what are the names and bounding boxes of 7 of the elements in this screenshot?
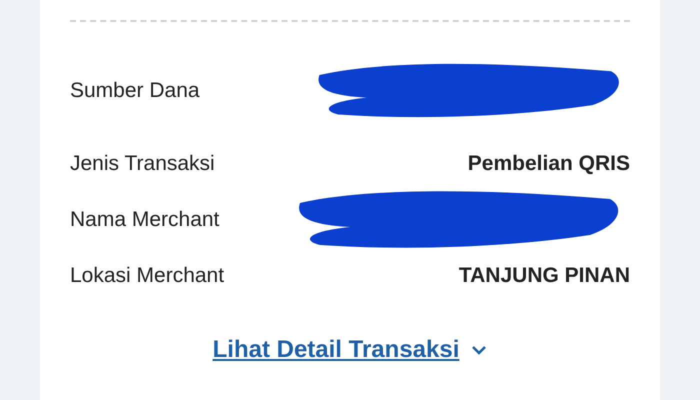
detail-label: Jenis Transaksi: [70, 151, 215, 178]
detail-link[interactable]: Lihat Detail Transaksi: [212, 332, 488, 368]
detail-value: Pembelian QRIS: [468, 151, 630, 178]
detail-label: Sumber Dana: [70, 78, 200, 104]
detail-label: Nama Merchant: [70, 207, 220, 234]
detail-value: TANJUNG PINAN: [458, 263, 630, 290]
detail-label: Lokasi Merchant: [70, 263, 224, 290]
